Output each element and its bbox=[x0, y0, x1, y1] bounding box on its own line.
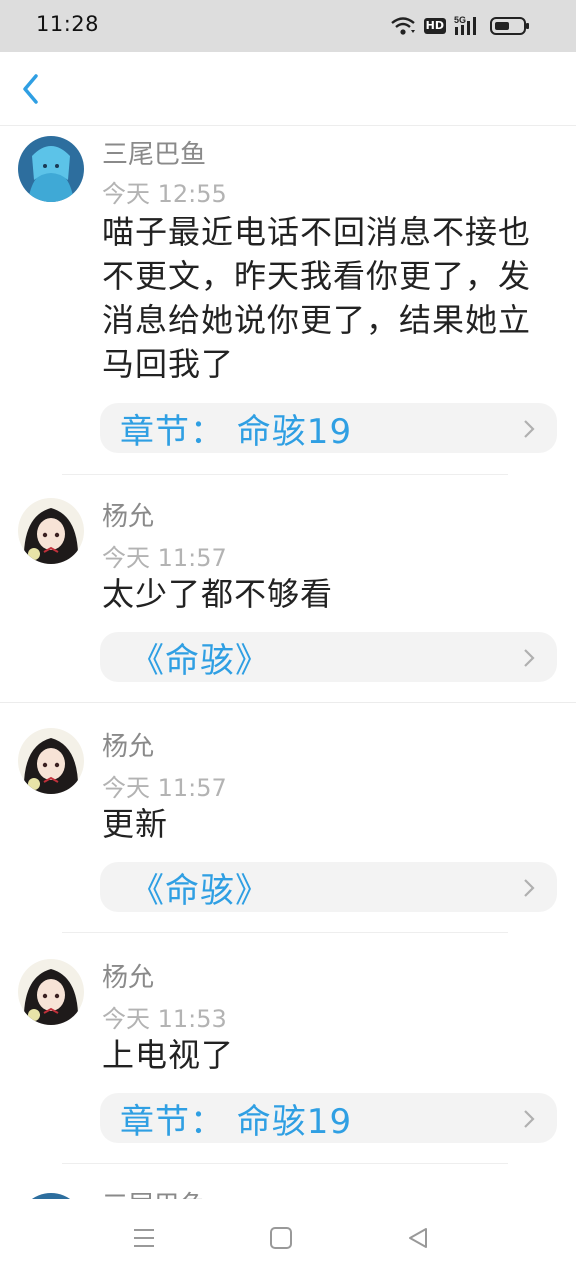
sender-name: 三尾巴鱼 bbox=[102, 1185, 206, 1199]
back-button[interactable] bbox=[14, 72, 48, 110]
chevron-right-icon bbox=[523, 419, 535, 443]
menu-button[interactable] bbox=[124, 1223, 164, 1257]
message-item: 三尾巴鱼 今天 12:55 喵子最近电话不回消息不接也不更文，昨天我看你更了，发… bbox=[0, 126, 576, 476]
back-triangle-icon bbox=[406, 1226, 430, 1254]
chevron-left-icon bbox=[21, 73, 41, 109]
chevron-right-icon bbox=[523, 878, 535, 902]
chapter-label: 章节： 命骇19 bbox=[120, 1101, 353, 1142]
chapter-label: 《命骇》 bbox=[130, 640, 270, 681]
screen: 11:28 HD 5G 三尾巴鱼 今天 12:55 喵子最近电话不回消息不接也不… bbox=[0, 0, 576, 1280]
chapter-link-card[interactable]: 章节： 命骇19 bbox=[100, 1093, 557, 1143]
divider bbox=[62, 932, 508, 933]
sender-name: 杨允 bbox=[102, 502, 155, 532]
chapter-label: 《命骇》 bbox=[130, 870, 270, 911]
chapter-link-card[interactable]: 《命骇》 bbox=[100, 862, 557, 912]
message-text: 喵子最近电话不回消息不接也不更文，昨天我看你更了，发消息给她说你更了，结果她立马… bbox=[102, 213, 532, 383]
message-time: 今天 11:57 bbox=[102, 544, 227, 572]
avatar[interactable] bbox=[18, 959, 84, 1025]
home-square-icon bbox=[269, 1226, 293, 1254]
message-text: 更新 bbox=[102, 805, 169, 843]
menu-icon bbox=[132, 1226, 156, 1254]
status-time: 11:28 bbox=[36, 12, 100, 36]
sender-name: 杨允 bbox=[102, 963, 155, 993]
nav-back-button[interactable] bbox=[398, 1223, 438, 1257]
hd-icon: HD bbox=[423, 18, 446, 34]
chapter-link-card[interactable]: 《命骇》 bbox=[100, 632, 557, 682]
message-item: 杨允 今天 11:57 太少了都不够看 《命骇》 bbox=[0, 488, 576, 704]
chevron-right-icon bbox=[523, 1109, 535, 1133]
header bbox=[0, 52, 576, 126]
status-bar: 11:28 HD 5G bbox=[0, 0, 576, 52]
chapter-link-card[interactable]: 章节： 命骇19 bbox=[100, 403, 557, 453]
message-feed[interactable]: 三尾巴鱼 今天 12:55 喵子最近电话不回消息不接也不更文，昨天我看你更了，发… bbox=[0, 126, 576, 1199]
wifi-icon bbox=[390, 16, 416, 36]
system-nav-bar bbox=[0, 1199, 576, 1280]
message-text: 上电视了 bbox=[102, 1036, 235, 1074]
message-item: 杨允 今天 11:57 更新 《命骇》 bbox=[0, 718, 576, 934]
avatar[interactable] bbox=[18, 136, 84, 202]
signal-icon: 5G bbox=[454, 15, 482, 37]
message-time: 今天 11:57 bbox=[102, 774, 227, 802]
status-icons: HD 5G bbox=[390, 14, 530, 38]
home-button[interactable] bbox=[261, 1223, 301, 1257]
message-item: 杨允 今天 11:53 上电视了 章节： 命骇19 bbox=[0, 949, 576, 1179]
message-text: 太少了都不够看 bbox=[102, 575, 334, 613]
message-item: 三尾巴鱼 bbox=[0, 1189, 576, 1199]
battery-icon bbox=[490, 16, 530, 36]
divider bbox=[0, 702, 576, 703]
sender-name: 杨允 bbox=[102, 732, 155, 762]
chevron-right-icon bbox=[523, 648, 535, 672]
divider bbox=[62, 474, 508, 475]
avatar[interactable] bbox=[18, 498, 84, 564]
chapter-label: 章节： 命骇19 bbox=[120, 411, 353, 452]
network-label: 5G bbox=[454, 15, 466, 25]
sender-name: 三尾巴鱼 bbox=[102, 140, 207, 170]
avatar[interactable] bbox=[18, 728, 84, 794]
divider bbox=[62, 1163, 508, 1164]
message-time: 今天 12:55 bbox=[102, 180, 227, 208]
message-time: 今天 11:53 bbox=[102, 1005, 227, 1033]
